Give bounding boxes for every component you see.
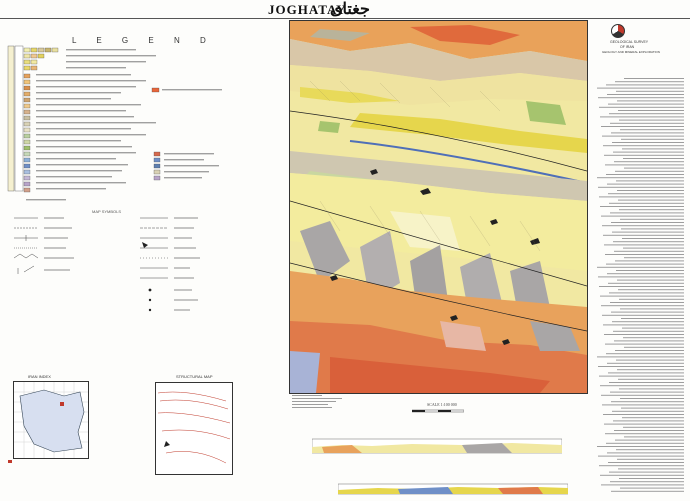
organization-block: GEOLOGICAL SURVEY OF IRAN GEOLOGY AND MI… [596,22,686,70]
structural-symbols-panel [13,217,200,312]
cross-section-lower [338,483,568,495]
index-map-label: IRAN INDEX [28,374,51,379]
organization-name-line1: GEOLOGICAL SURVEY [610,40,649,44]
credits-block [292,395,342,408]
geological-map[interactable] [289,20,588,394]
header-rule [0,18,690,19]
legend-description-lines [26,49,222,201]
geological-map-sheet: JOGHATAY جغتای L E G E N D MAP SYMBOLS I… [0,0,690,501]
structural-map [155,382,233,475]
legend-panel [7,45,222,201]
index-map-marker-key [8,460,12,463]
stratigraphic-column [7,45,24,192]
cross-section-upper [312,438,562,454]
map-title-persian: جغتای [330,1,370,18]
organization-name-line2: OF IRAN [620,45,635,49]
structural-map-label: STRUCTURAL MAP [176,374,213,379]
scale-label: SCALE 1:100 000 [427,402,457,407]
index-map [13,381,89,459]
explanatory-text-column [597,78,684,492]
scale-bar [412,409,464,413]
organization-name-line3: GEOLOGY AND MINERAL EXPLORATION [602,50,660,54]
